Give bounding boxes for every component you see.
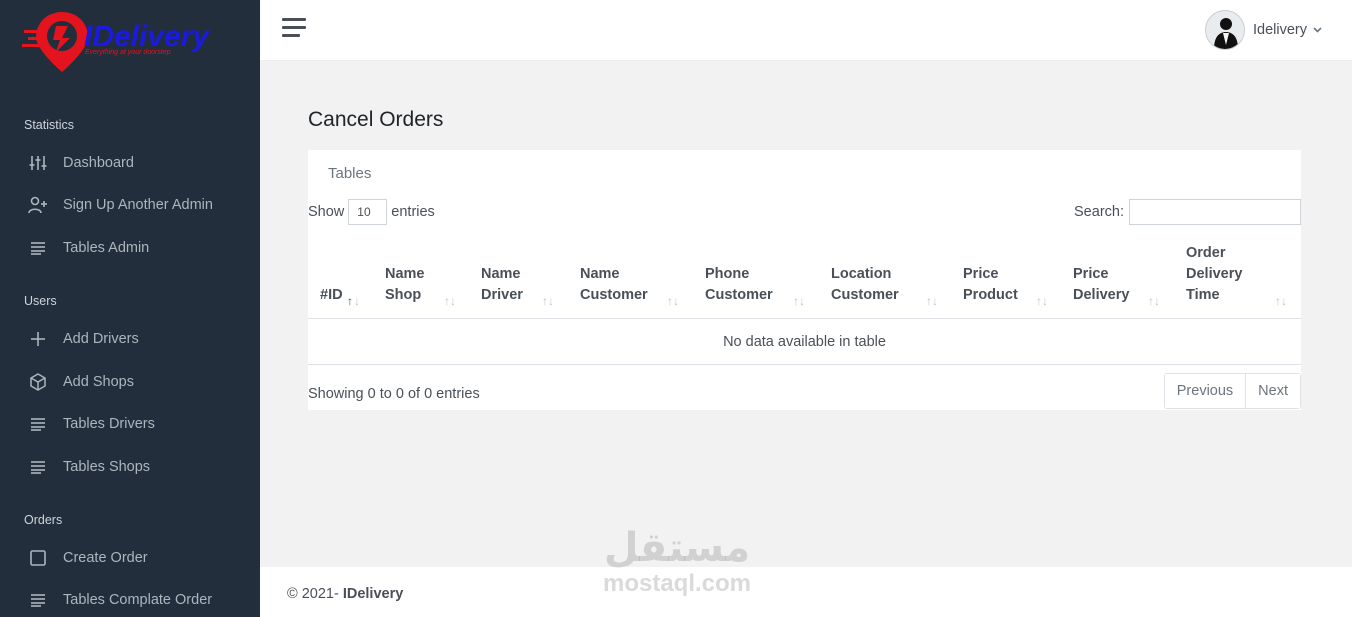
sidebar-item-add-shops[interactable]: Add Shops	[0, 362, 260, 402]
page-length-select[interactable]: 10	[348, 199, 388, 225]
next-button[interactable]: Next	[1245, 374, 1300, 408]
pagination: Previous Next	[1163, 373, 1301, 409]
column-header-price-product[interactable]: Price Product	[963, 264, 1023, 306]
sidebar-item-label: Sign Up Another Admin	[63, 197, 213, 213]
box-icon	[28, 372, 48, 392]
table-card: Tables Show 10 entries Search: #ID ↑ ↓ N…	[308, 150, 1301, 410]
sidebar-item-label: Tables Drivers	[63, 416, 155, 432]
sidebar-item-label: Create Order	[63, 550, 148, 566]
sort-icon: ↑↓	[444, 294, 456, 308]
card-title: Tables	[328, 165, 372, 182]
column-header-location-customer[interactable]: Location Customer	[831, 264, 911, 306]
sidebar-item-add-drivers[interactable]: Add Drivers	[0, 319, 260, 359]
sort-ascending-icon: ↑	[347, 294, 353, 308]
list-icon	[28, 590, 48, 610]
user-menu[interactable]: Idelivery	[1205, 10, 1322, 50]
column-header-name-driver[interactable]: Name Driver	[481, 264, 541, 306]
column-header-name-shop[interactable]: Name Shop	[385, 264, 445, 306]
footer-brand[interactable]: IDelivery	[343, 586, 403, 602]
list-icon	[28, 414, 48, 434]
topbar: Idelivery	[260, 0, 1352, 60]
footer: © 2021- IDelivery	[260, 567, 1352, 617]
entries-label: entries	[391, 204, 435, 220]
sidebar-item-label: Tables Complate Order	[63, 592, 213, 608]
watermark-latin: mostaql.com	[602, 570, 752, 597]
page-length-control: Show 10 entries	[308, 199, 435, 225]
column-header-price-delivery[interactable]: Price Delivery	[1073, 264, 1143, 306]
watermark: مستقل mostaql.com	[592, 525, 762, 597]
sidebar-header-users: Users	[24, 294, 57, 308]
svg-text:Everything at your doorstep: Everything at your doorstep	[85, 49, 171, 56]
sidebar-item-tables-complate-order[interactable]: Tables Complate Order	[0, 580, 260, 617]
plus-icon	[28, 329, 48, 349]
show-label: Show	[308, 204, 345, 220]
column-header-order-delivery-time[interactable]: Order Delivery Time	[1186, 243, 1256, 306]
sidebar-item-sign-up-admin[interactable]: Sign Up Another Admin	[0, 185, 260, 225]
search-control: Search:	[1074, 199, 1301, 225]
page-title: Cancel Orders	[308, 108, 444, 131]
brand-logo[interactable]: IDelivery Everything at your doorstep	[22, 10, 212, 75]
sliders-icon	[28, 153, 48, 173]
sort-icon: ↓	[354, 294, 360, 308]
sort-icon: ↑↓	[1036, 294, 1048, 308]
column-header-phone-customer[interactable]: Phone Customer	[705, 264, 785, 306]
square-icon	[28, 548, 48, 568]
sort-icon: ↑↓	[793, 294, 805, 308]
sort-icon: ↑↓	[542, 294, 554, 308]
search-input[interactable]	[1129, 199, 1301, 225]
empty-message: No data available in table	[723, 333, 886, 350]
page-length-value: 10	[357, 205, 371, 219]
sort-icon: ↑↓	[926, 294, 938, 308]
hamburger-menu-icon[interactable]	[282, 18, 306, 38]
user-name: Idelivery	[1253, 22, 1307, 38]
column-header-name-customer[interactable]: Name Customer	[580, 264, 660, 306]
user-plus-icon	[28, 195, 48, 215]
sidebar-item-label: Add Drivers	[63, 331, 139, 347]
sidebar-item-label: Tables Admin	[63, 240, 150, 256]
sidebar-item-label: Tables Shops	[63, 459, 151, 475]
sort-icon: ↑↓	[1148, 294, 1160, 308]
sidebar: IDelivery Everything at your doorstep St…	[0, 0, 260, 617]
search-label: Search:	[1074, 204, 1124, 220]
sidebar-header-statistics: Statistics	[24, 118, 75, 132]
sidebar-item-dashboard[interactable]: Dashboard	[0, 143, 260, 183]
watermark-arabic: مستقل	[603, 525, 751, 571]
sidebar-item-tables-admin[interactable]: Tables Admin	[0, 228, 260, 268]
avatar	[1205, 10, 1245, 50]
footer-copyright: © 2021- IDelivery	[287, 586, 403, 602]
sidebar-item-create-order[interactable]: Create Order	[0, 538, 260, 578]
sidebar-header-orders: Orders	[24, 513, 63, 527]
empty-table-row: No data available in table	[308, 319, 1301, 365]
table-header: #ID ↑ ↓ Name Shop ↑↓ Name Driver ↑↓ Name…	[308, 240, 1301, 319]
sidebar-item-tables-shops[interactable]: Tables Shops	[0, 447, 260, 487]
sidebar-item-label: Dashboard	[63, 155, 134, 171]
sort-icon: ↑↓	[667, 294, 679, 308]
previous-button[interactable]: Previous	[1164, 374, 1246, 408]
table-info: Showing 0 to 0 of 0 entries	[308, 386, 480, 402]
sidebar-item-tables-drivers[interactable]: Tables Drivers	[0, 404, 260, 444]
sidebar-item-label: Add Shops	[63, 374, 134, 390]
column-header-id[interactable]: #ID	[320, 285, 343, 306]
footer-prefix: © 2021-	[287, 586, 343, 602]
list-icon	[28, 457, 48, 477]
chevron-down-icon	[1313, 25, 1322, 36]
sort-icon: ↑↓	[1275, 294, 1287, 308]
list-icon	[28, 238, 48, 258]
